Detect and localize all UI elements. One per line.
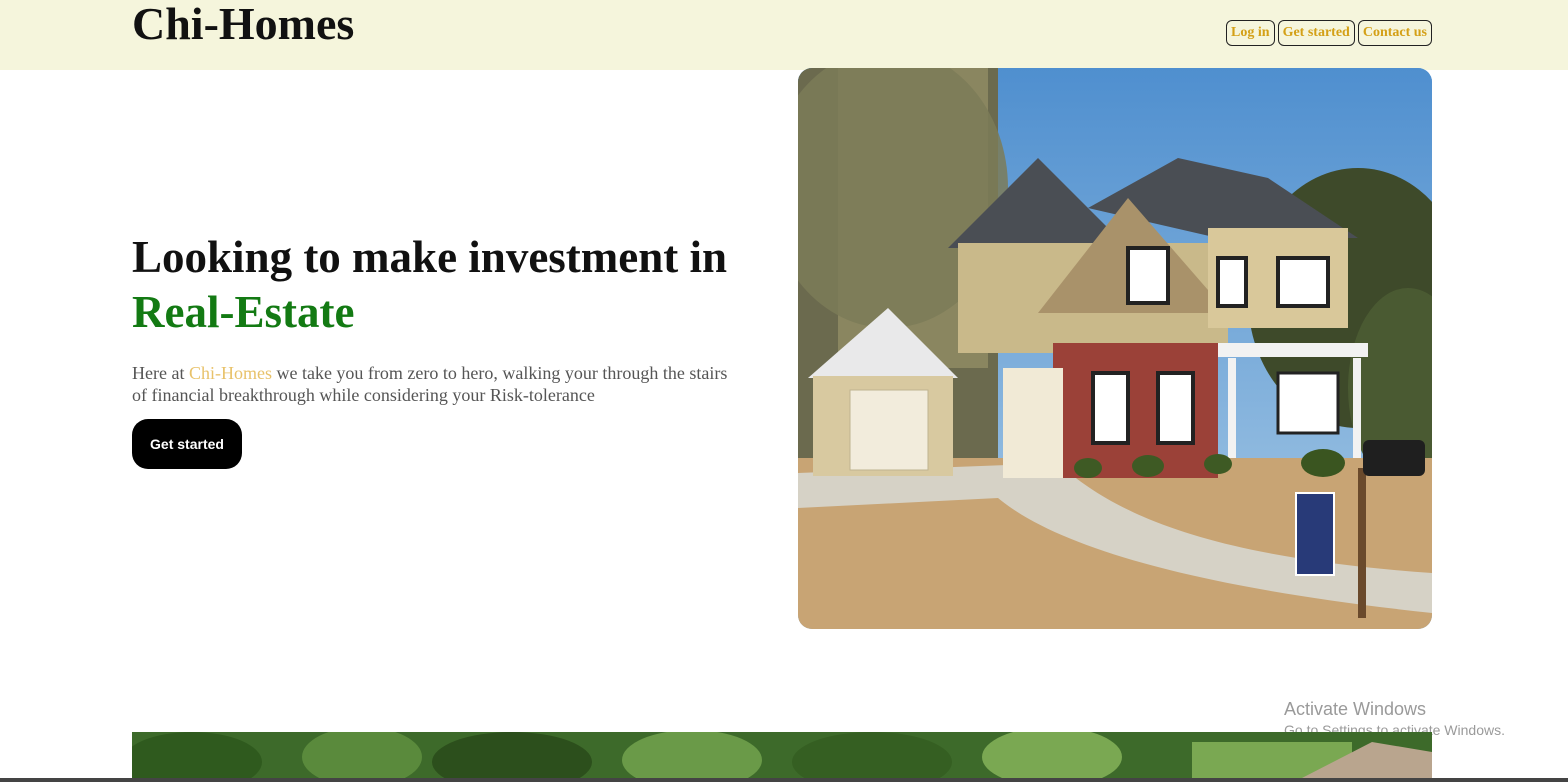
contact-us-button[interactable]: Contact us [1357, 20, 1432, 46]
brand-logo[interactable]: Chi-Homes [132, 0, 354, 50]
get-started-nav-button[interactable]: Get started [1277, 20, 1355, 46]
login-button[interactable]: Log in [1226, 20, 1275, 46]
house-photo [798, 68, 1432, 629]
watermark-title: Activate Windows [1284, 699, 1427, 719]
headline-text: Looking to make investment in [132, 232, 728, 282]
hero-description: Here at Chi-Homes we take you from zero … [132, 362, 732, 406]
bottom-scroll-strip [0, 778, 1568, 782]
lead-prefix: Here at [132, 363, 189, 383]
get-started-button[interactable]: Get started [132, 419, 242, 469]
hero-text: Looking to make investment in Real-Estat… [132, 230, 732, 406]
headline-accent: Real-Estate [132, 287, 355, 337]
neighborhood-photo [132, 732, 1432, 778]
hero-headline: Looking to make investment in Real-Estat… [132, 230, 732, 340]
lead-brand: Chi-Homes [188, 363, 272, 383]
nav-links: Log in Get started Contact us [1226, 20, 1432, 46]
top-navbar: Chi-Homes Log in Get started Contact us [0, 0, 1568, 70]
